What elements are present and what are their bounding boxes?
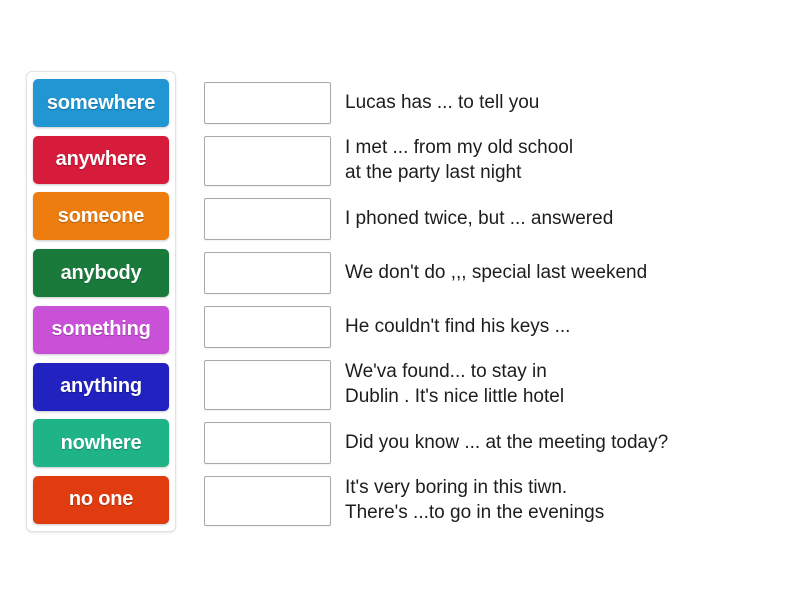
word-bank-panel: somewhere anywhere someone anybody somet… xyxy=(26,71,176,532)
word-tile-label: anybody xyxy=(61,262,142,285)
question-sentence: It's very boring in this tiwn. There's .… xyxy=(345,476,604,525)
question-sentence: We don't do ,,, special last weekend xyxy=(345,261,647,286)
question-row: It's very boring in this tiwn. There's .… xyxy=(204,476,784,526)
question-list: Lucas has ... to tell you I met ... from… xyxy=(204,82,784,538)
answer-dropzone[interactable] xyxy=(204,82,331,124)
word-tile-somewhere[interactable]: somewhere xyxy=(33,79,169,127)
word-tile-something[interactable]: something xyxy=(33,306,169,354)
word-tile-label: something xyxy=(51,318,150,341)
word-tile-label: someone xyxy=(58,205,144,228)
word-tile-no-one[interactable]: no one xyxy=(33,476,169,524)
answer-dropzone[interactable] xyxy=(204,476,331,526)
word-tile-label: anything xyxy=(60,375,142,398)
question-sentence: Lucas has ... to tell you xyxy=(345,91,539,116)
word-tile-label: somewhere xyxy=(47,92,155,115)
answer-dropzone[interactable] xyxy=(204,306,331,348)
answer-dropzone[interactable] xyxy=(204,136,331,186)
answer-dropzone[interactable] xyxy=(204,252,331,294)
exercise-page: somewhere anywhere someone anybody somet… xyxy=(0,0,800,600)
question-row: We'va found... to stay in Dublin . It's … xyxy=(204,360,784,410)
word-tile-label: no one xyxy=(69,488,133,511)
word-tile-label: anywhere xyxy=(56,148,147,171)
word-tile-anywhere[interactable]: anywhere xyxy=(33,136,169,184)
word-tile-anything[interactable]: anything xyxy=(33,363,169,411)
question-row: We don't do ,,, special last weekend xyxy=(204,252,784,294)
word-tile-label: nowhere xyxy=(61,432,142,455)
question-sentence: We'va found... to stay in Dublin . It's … xyxy=(345,360,564,409)
answer-dropzone[interactable] xyxy=(204,198,331,240)
question-row: Lucas has ... to tell you xyxy=(204,82,784,124)
question-sentence: Did you know ... at the meeting today? xyxy=(345,431,668,456)
question-sentence: He couldn't find his keys ... xyxy=(345,315,570,340)
word-tile-anybody[interactable]: anybody xyxy=(33,249,169,297)
question-sentence: I met ... from my old school at the part… xyxy=(345,136,573,185)
word-tile-nowhere[interactable]: nowhere xyxy=(33,419,169,467)
answer-dropzone[interactable] xyxy=(204,360,331,410)
question-row: I met ... from my old school at the part… xyxy=(204,136,784,186)
question-row: He couldn't find his keys ... xyxy=(204,306,784,348)
word-tile-someone[interactable]: someone xyxy=(33,192,169,240)
answer-dropzone[interactable] xyxy=(204,422,331,464)
question-row: Did you know ... at the meeting today? xyxy=(204,422,784,464)
question-sentence: I phoned twice, but ... answered xyxy=(345,207,613,232)
question-row: I phoned twice, but ... answered xyxy=(204,198,784,240)
